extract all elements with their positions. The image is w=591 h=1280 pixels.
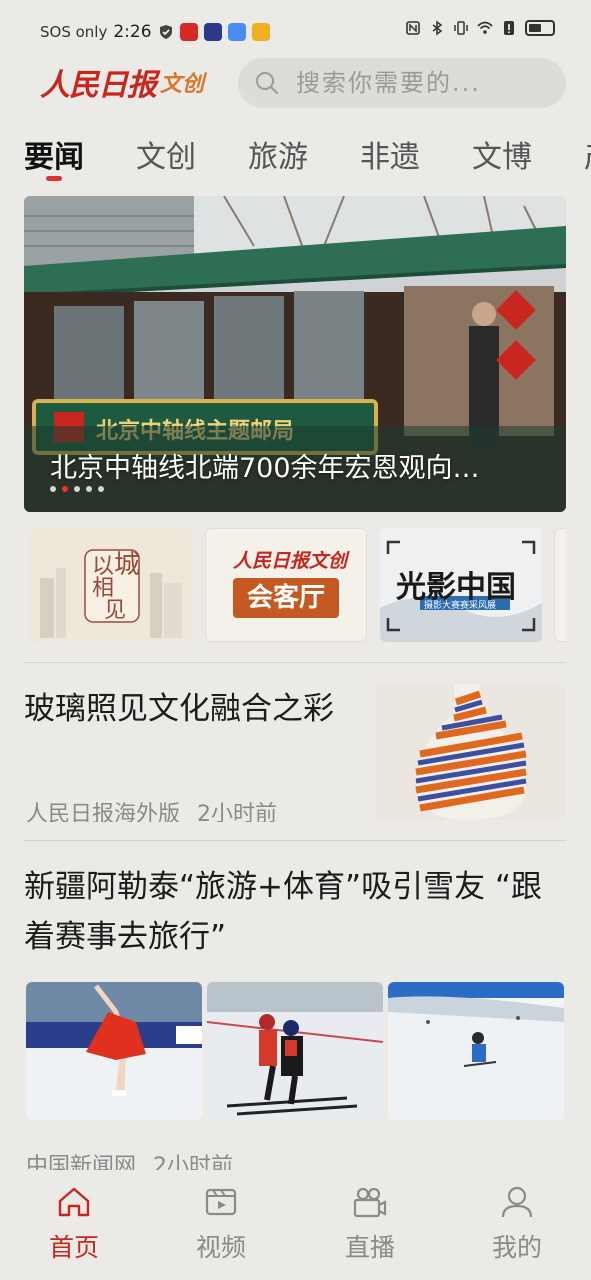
carrier-text: SOS only (40, 23, 108, 41)
wifi-icon (477, 21, 493, 34)
carousel-dot (50, 486, 56, 492)
logo-sub: 文创 (160, 72, 205, 97)
card-photo[interactable]: 光影中国 摄影大赛赛采风展 (380, 528, 542, 642)
divider (24, 662, 566, 663)
carousel-indicator (50, 486, 104, 492)
carousel-dot-active (62, 486, 68, 492)
hero-caption: 北京中轴线北端700余年宏恩观向… (50, 453, 480, 484)
tab-products[interactable]: 产 (584, 132, 591, 192)
nav-home-label: 首页 (48, 1233, 99, 1262)
nav-profile-label: 我的 (491, 1233, 542, 1262)
nav-live[interactable]: 直播 (320, 1184, 420, 1264)
ski-slope-image (388, 982, 564, 1120)
card-lounge-title: 会客厅 (233, 578, 339, 618)
article-time: 2小时前 (153, 1154, 234, 1170)
notification-app-icon (179, 23, 198, 41)
hero-banner[interactable]: 北京中轴线主题邮局 北京中轴线北端700余年宏恩观向… (24, 196, 566, 512)
user-icon (501, 1186, 533, 1218)
glass-vase-image (376, 684, 566, 820)
carousel-dot (86, 486, 92, 492)
nav-video[interactable]: 视频 (171, 1184, 271, 1264)
card-more[interactable]: 你 (554, 528, 566, 642)
clock: 2:26 (113, 22, 152, 42)
article-thumbnail[interactable] (376, 684, 566, 820)
carousel-dot (74, 486, 80, 492)
video-icon (205, 1188, 237, 1216)
tab-news[interactable]: 要闻 (24, 132, 84, 192)
gallery-image[interactable] (207, 982, 383, 1120)
notification-app-icon (203, 23, 222, 41)
tab-travel[interactable]: 旅游 (248, 132, 308, 192)
bluetooth-icon (432, 20, 443, 36)
article-meta: 中国新闻网 2小时前 (26, 1148, 233, 1170)
article-meta: 人民日报海外版 2小时前 (26, 796, 277, 822)
article-image-gallery[interactable] (26, 982, 566, 1120)
card-city-title: 以城 相 见 (92, 550, 141, 623)
divider (24, 840, 566, 841)
gallery-image[interactable] (26, 982, 202, 1120)
tab-creative[interactable]: 文创 (136, 132, 196, 192)
tab-museum[interactable]: 文博 (472, 132, 532, 192)
card-lounge[interactable]: 人民日报文创 会客厅 (205, 528, 367, 642)
notification-app-icon (227, 23, 246, 41)
nfc-icon (406, 21, 420, 35)
search-bar[interactable] (238, 58, 566, 108)
article-title[interactable]: 玻璃照见文化融合之彩 (24, 686, 344, 732)
nav-home[interactable]: 首页 (24, 1184, 124, 1264)
vibrate-icon (454, 21, 468, 35)
app-logo[interactable]: 人民日报 文创 (40, 60, 204, 104)
logo-brand: 人民日报 (40, 68, 157, 103)
gallery-image[interactable] (388, 982, 564, 1120)
tab-heritage[interactable]: 非遗 (360, 132, 420, 192)
search-icon (256, 72, 279, 95)
card-lounge-brand: 人民日报文创 (233, 550, 348, 572)
camera-icon (353, 1187, 387, 1218)
card-city[interactable]: 以城 相 见 (30, 528, 192, 642)
bottom-navigation: 首页 视频 直播 我的 (0, 1170, 591, 1280)
alert-icon (504, 21, 514, 35)
article-source: 人民日报海外版 (26, 802, 181, 822)
search-input[interactable] (294, 68, 538, 98)
shield-icon (159, 25, 172, 39)
nav-profile[interactable]: 我的 (467, 1184, 567, 1264)
article-title[interactable]: 新疆阿勒泰“旅游+体育”吸引雪友 “跟着赛事去旅行” (24, 862, 564, 962)
category-tabs: 要闻 文创 旅游 非遗 文博 产 (24, 132, 591, 192)
carousel-dot (98, 486, 104, 492)
article-source: 中国新闻网 (26, 1154, 137, 1170)
feature-cards: 以城 相 见 人民日报文创 会客厅 光影中国 摄影大赛赛采风展 你 (30, 528, 566, 644)
figure-skater-image (26, 982, 202, 1120)
nav-live-label: 直播 (344, 1233, 395, 1262)
battery-icon (525, 20, 555, 36)
card-photo-subtitle: 摄影大赛赛采风展 (424, 601, 497, 611)
ski-race-image (207, 982, 383, 1120)
home-icon (58, 1187, 90, 1217)
article-time: 2小时前 (197, 802, 278, 822)
status-bar: SOS only 2:26 (0, 0, 591, 64)
notification-app-icon (251, 23, 270, 41)
nav-video-label: 视频 (195, 1233, 246, 1262)
